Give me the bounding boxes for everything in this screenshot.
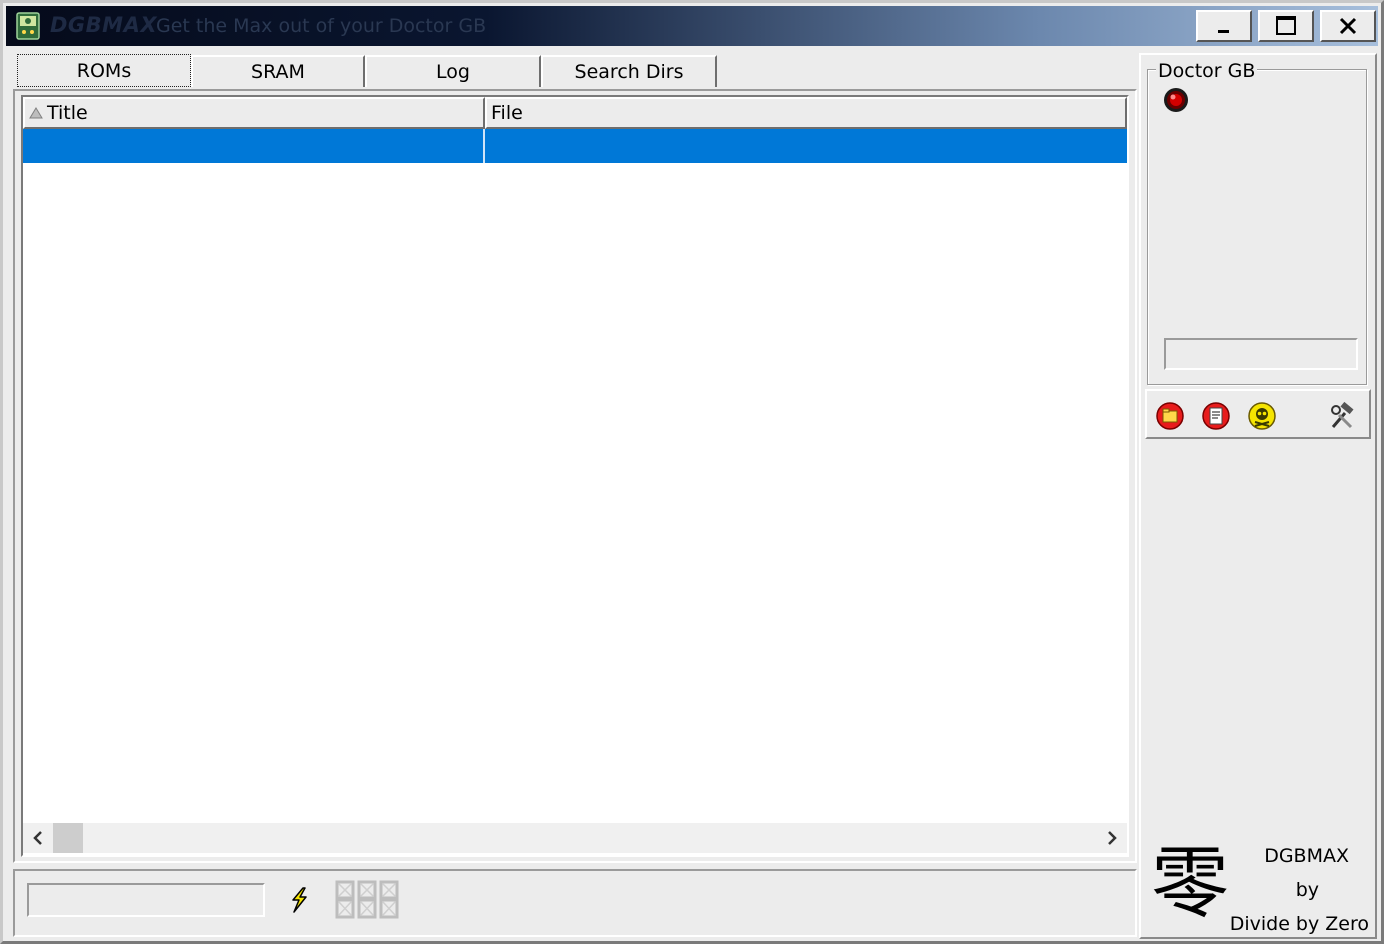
tab-log[interactable]: Log bbox=[365, 55, 541, 87]
list-header: Title File bbox=[23, 97, 1127, 129]
status-led-icon bbox=[1164, 88, 1188, 112]
tab-sram[interactable]: SRAM bbox=[191, 55, 365, 87]
column-header-title[interactable]: Title bbox=[23, 97, 485, 129]
brand-author: Divide by Zero bbox=[1229, 913, 1369, 935]
title-bar[interactable]: DGBMAX Get the Max out of your Doctor GB bbox=[6, 6, 1378, 46]
column-header-file[interactable]: File bbox=[485, 97, 1127, 129]
brand-app-name: DGBMAX bbox=[1264, 845, 1349, 867]
horizontal-scrollbar[interactable] bbox=[23, 823, 1127, 853]
device-status-field[interactable] bbox=[1164, 338, 1358, 370]
skull-icon bbox=[1248, 402, 1276, 430]
column-divider bbox=[483, 129, 485, 163]
close-icon bbox=[1339, 17, 1357, 35]
device-toolbar bbox=[1145, 389, 1371, 439]
write-rom-icon bbox=[1202, 402, 1230, 430]
app-window: DGBMAX Get the Max out of your Doctor GB… bbox=[0, 0, 1384, 944]
load-rom-button[interactable] bbox=[1153, 399, 1187, 433]
maximize-button[interactable] bbox=[1258, 10, 1314, 42]
column-file-label: File bbox=[491, 102, 523, 124]
tab-label: SRAM bbox=[251, 61, 305, 83]
column-title-label: Title bbox=[47, 102, 88, 124]
tools-icon bbox=[1331, 401, 1354, 429]
device-panel: Doctor GB 零 DGBMAX by Divide by Zero bbox=[1139, 53, 1377, 939]
sort-ascending-icon bbox=[29, 107, 43, 119]
tab-roms[interactable]: ROMs bbox=[17, 54, 191, 87]
tab-label: ROMs bbox=[76, 59, 132, 82]
chevron-left-icon bbox=[33, 831, 42, 845]
app-icon[interactable] bbox=[16, 12, 40, 40]
table-row[interactable] bbox=[23, 129, 1127, 163]
settings-button[interactable] bbox=[1325, 399, 1359, 433]
scrollbar-thumb[interactable] bbox=[53, 823, 83, 853]
title-brand: DGBMAX bbox=[50, 13, 158, 37]
chevron-right-icon bbox=[1108, 831, 1117, 845]
rom-list[interactable]: Title File bbox=[21, 95, 1129, 857]
status-field[interactable] bbox=[27, 883, 265, 917]
lightning-icon[interactable] bbox=[287, 887, 311, 913]
minimize-button[interactable] bbox=[1196, 10, 1252, 42]
tab-label: Log bbox=[436, 61, 470, 83]
window-title: Get the Max out of your Doctor GB bbox=[156, 15, 487, 37]
status-bar bbox=[13, 869, 1137, 937]
minimize-icon bbox=[1218, 30, 1229, 33]
maximize-icon bbox=[1276, 16, 1296, 35]
scroll-left-button[interactable] bbox=[23, 823, 53, 853]
zero-kanji-logo: 零 bbox=[1151, 839, 1230, 929]
group-label: Doctor GB bbox=[1156, 60, 1258, 82]
tab-search-dirs[interactable]: Search Dirs bbox=[541, 55, 717, 87]
tab-content-frame: Title File bbox=[13, 89, 1137, 863]
about-branding: 零 DGBMAX by Divide by Zero bbox=[1145, 835, 1371, 935]
write-rom-button[interactable] bbox=[1199, 399, 1233, 433]
brand-by: by bbox=[1295, 879, 1319, 901]
close-button[interactable] bbox=[1320, 10, 1376, 42]
load-rom-icon bbox=[1156, 402, 1184, 430]
lcd-display bbox=[335, 880, 399, 919]
erase-button[interactable] bbox=[1245, 399, 1279, 433]
tab-label: Search Dirs bbox=[574, 61, 684, 83]
doctor-gb-group: Doctor GB bbox=[1147, 60, 1367, 385]
scroll-right-button[interactable] bbox=[1097, 823, 1127, 853]
